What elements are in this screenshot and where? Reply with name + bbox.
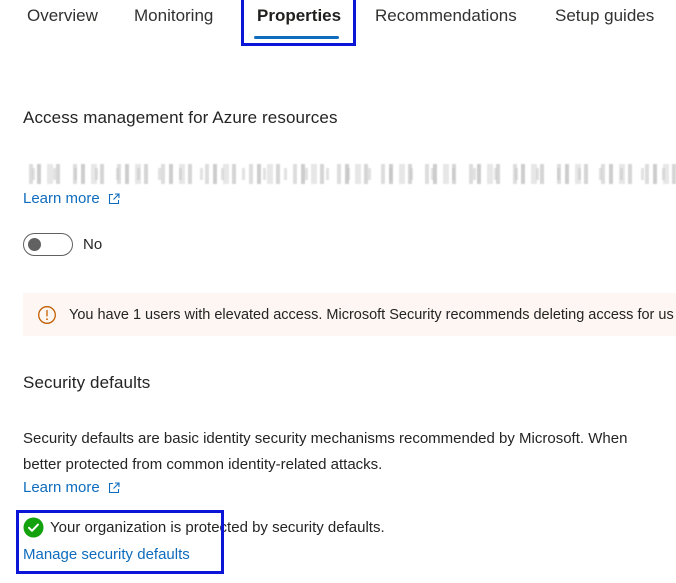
active-tab-indicator — [254, 36, 339, 39]
checkmark-success-icon — [23, 517, 44, 538]
open-in-new-icon — [108, 481, 120, 493]
access-learn-more-link[interactable]: Learn more — [23, 190, 120, 207]
security-learn-more-label: Learn more — [23, 479, 100, 496]
description-line-2: better protected from common identity-re… — [23, 456, 383, 473]
security-defaults-learn-more-link[interactable]: Learn more — [23, 479, 120, 496]
access-management-heading: Access management for Azure resources — [23, 108, 338, 127]
warning-message: You have 1 users with elevated access. M… — [69, 306, 674, 323]
toggle-knob — [28, 237, 41, 251]
security-defaults-description: Security defaults are basic identity sec… — [23, 426, 676, 478]
tab-properties[interactable]: Properties — [257, 6, 341, 26]
properties-page: Overview Monitoring Properties Recommend… — [0, 0, 676, 583]
security-defaults-status: Your organization is protected by securi… — [23, 517, 385, 538]
elevated-access-toggle[interactable] — [23, 233, 73, 256]
elevated-access-toggle-row: No — [23, 233, 102, 256]
tab-bar: Overview Monitoring Properties Recommend… — [0, 0, 676, 44]
tab-recommendations[interactable]: Recommendations — [375, 6, 517, 26]
toggle-state-label: No — [83, 236, 103, 253]
security-defaults-status-text: Your organization is protected by securi… — [50, 519, 385, 536]
access-learn-more-label: Learn more — [23, 190, 100, 207]
warning-info-icon — [38, 305, 56, 324]
elevated-access-warning-banner: You have 1 users with elevated access. M… — [23, 293, 676, 336]
security-defaults-heading: Security defaults — [23, 373, 151, 392]
manage-security-defaults-link[interactable]: Manage security defaults — [23, 546, 190, 563]
tab-setup-guides[interactable]: Setup guides — [555, 6, 654, 26]
open-in-new-icon — [108, 192, 120, 204]
tab-overview[interactable]: Overview — [27, 6, 98, 26]
redacted-description — [23, 164, 676, 184]
description-line-1: Security defaults are basic identity sec… — [23, 430, 628, 447]
tab-monitoring[interactable]: Monitoring — [134, 6, 213, 26]
